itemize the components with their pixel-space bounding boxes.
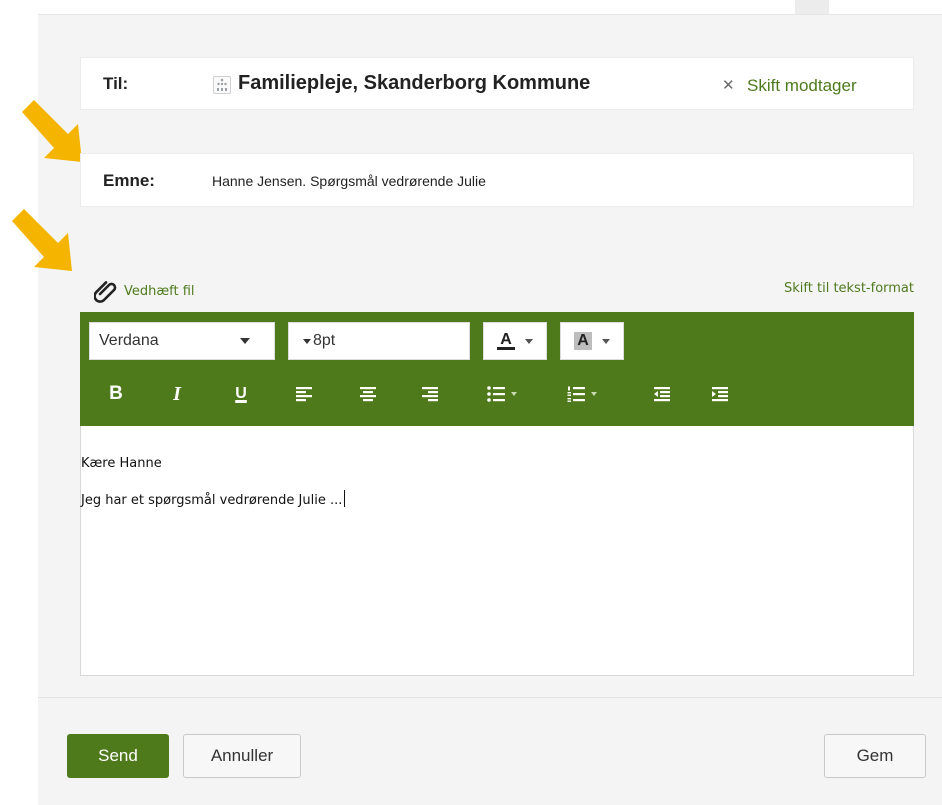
font-size-select[interactable]: 8pt [288,322,470,360]
align-right-icon [422,387,438,402]
switch-to-text-format-link[interactable]: Skift til tekst-format [784,281,914,296]
chevron-down-icon [524,338,533,344]
editor-line-1: Kære Hanne [81,456,162,471]
recipient-name: Familiepleje, Skanderborg Kommune [238,72,591,94]
font-family-select[interactable]: Verdana [89,322,275,360]
outdent-button[interactable] [650,378,674,410]
align-center-button[interactable] [356,378,380,410]
paperclip-icon [94,281,117,303]
bullet-list-icon [487,386,505,402]
text-color-button[interactable]: A [483,322,547,360]
bullet-list-button[interactable] [482,378,522,410]
font-family-value: Verdana [99,332,159,349]
align-left-icon [296,387,312,402]
outdent-icon [654,387,670,402]
change-recipient-link[interactable]: Skift modtager [747,76,857,96]
subject-input[interactable]: Hanne Jensen. Spørgsmål vedrørende Julie [212,173,486,189]
subject-row: Emne: Hanne Jensen. Spørgsmål vedrørende… [80,153,914,207]
italic-button[interactable]: I [164,378,190,410]
footer-divider [38,697,942,698]
top-tab [795,0,829,14]
text-cursor [344,490,346,507]
cancel-button[interactable]: Annuller [183,734,301,778]
highlight-color-button[interactable]: A [560,322,624,360]
recipient-label: Til: [103,74,129,93]
close-icon[interactable]: ✕ [722,76,735,94]
text-color-icon: A [497,332,515,350]
attach-file-label: Vedhæft fil [124,283,195,299]
chevron-down-icon [240,338,250,344]
align-center-icon [360,387,376,402]
attach-file-link[interactable]: Vedhæft fil [94,278,195,304]
font-size-value: 8pt [313,332,336,349]
align-left-button[interactable] [292,378,316,410]
editor-toolbar: Verdana 8pt A A B I U [80,312,914,426]
annotation-arrow-attach [12,209,72,271]
send-button[interactable]: Send [67,734,169,778]
bold-button[interactable]: B [103,378,129,410]
numbered-list-icon [567,386,585,402]
subject-label: Emne: [103,171,155,190]
chevron-down-icon [601,338,610,344]
organization-icon [213,76,231,94]
underline-button[interactable]: U [228,378,254,410]
align-right-button[interactable] [418,378,442,410]
chevron-down-icon [591,392,597,396]
stage: Til: Familiepleje, Skanderborg Kommune ✕… [0,0,942,805]
editor-line-2-text: Jeg har et spørgsmål vedrørende Julie ..… [81,493,343,508]
message-editor[interactable]: Kære Hanne Jeg har et spørgsmål vedrøren… [80,426,914,676]
chevron-down-icon [303,338,311,344]
save-button[interactable]: Gem [824,734,926,778]
numbered-list-button[interactable] [562,378,602,410]
chevron-down-icon [511,392,517,396]
indent-button[interactable] [708,378,732,410]
indent-icon [712,387,728,402]
highlight-color-icon: A [574,332,592,350]
recipient-row: Til: Familiepleje, Skanderborg Kommune ✕… [80,57,914,110]
editor-line-2: Jeg har et spørgsmål vedrørende Julie ..… [81,490,346,508]
